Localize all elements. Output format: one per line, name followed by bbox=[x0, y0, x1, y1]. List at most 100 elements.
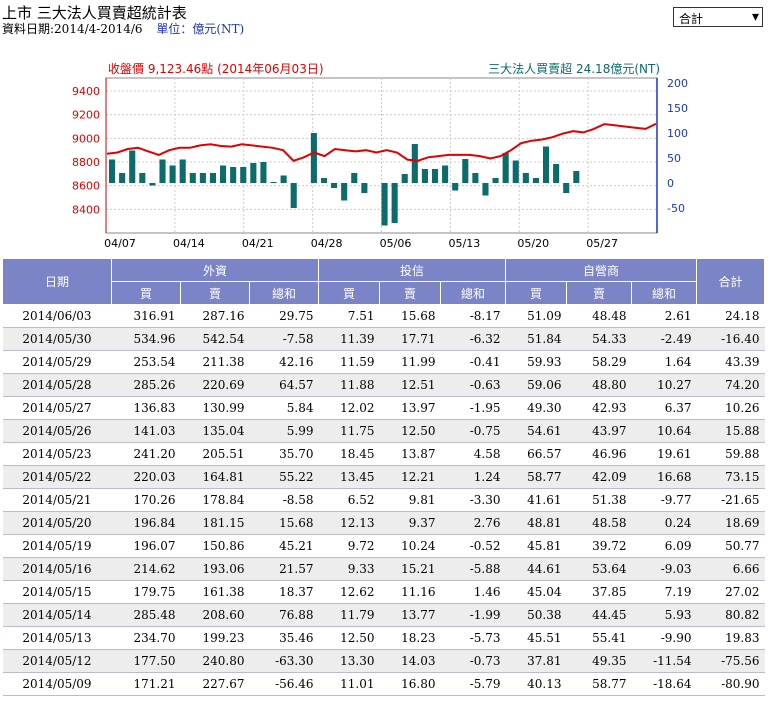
row-value: -9.90 bbox=[631, 626, 697, 650]
date-range-text: 資料日期:2014/4-2014/6 bbox=[2, 22, 143, 36]
row-value: 214.62 bbox=[111, 557, 181, 581]
row-value: 76.88 bbox=[249, 603, 319, 627]
row-value: 11.39 bbox=[318, 327, 380, 351]
row-value: 10.24 bbox=[379, 534, 441, 558]
x-tick-label: 05/20 bbox=[517, 237, 549, 250]
row-value: 18.69 bbox=[696, 511, 765, 535]
row-value: 10.64 bbox=[631, 419, 697, 443]
x-tick-label: 04/07 bbox=[104, 237, 136, 250]
right-tick-label: 150 bbox=[667, 102, 688, 115]
trading-table: 日期 外資 投信 自營商 合計 買 賣 總和 買 賣 總和 買 賣 總和 201… bbox=[2, 258, 765, 696]
row-value: -7.58 bbox=[249, 327, 319, 351]
row-value: 45.21 bbox=[249, 534, 319, 558]
row-value: 11.59 bbox=[318, 350, 380, 374]
row-value: 12.50 bbox=[379, 419, 441, 443]
row-date: 2014/05/09 bbox=[2, 672, 112, 696]
row-value: 15.21 bbox=[379, 557, 441, 581]
row-value: 35.70 bbox=[249, 442, 319, 466]
row-value: 53.64 bbox=[566, 557, 632, 581]
row-value: 37.81 bbox=[505, 649, 567, 673]
row-value: 54.61 bbox=[505, 419, 567, 443]
table-row: 2014/05/30 534.96 542.54 -7.58 11.39 17.71 -6.… bbox=[2, 327, 765, 351]
row-value: 10.26 bbox=[696, 396, 765, 420]
row-value: 12.51 bbox=[379, 373, 441, 397]
table-row: 2014/05/27 136.83 130.99 5.84 12.02 13.97 -1.9… bbox=[2, 396, 765, 420]
row-value: 58.77 bbox=[566, 672, 632, 696]
table-row: 2014/05/09 171.21 227.67 -56.46 11.01 16.80 -5… bbox=[2, 672, 765, 696]
netbuy-bar bbox=[280, 175, 287, 183]
row-value: 227.67 bbox=[180, 672, 250, 696]
table-row: 2014/05/12 177.50 240.80 -63.30 13.30 14.03 -0… bbox=[2, 649, 765, 673]
row-value: 13.30 bbox=[318, 649, 380, 673]
row-value: 6.66 bbox=[696, 557, 765, 581]
row-value: 161.38 bbox=[180, 580, 250, 604]
row-value: 1.46 bbox=[440, 580, 506, 604]
header-foreign: 外資 bbox=[111, 258, 319, 282]
row-value: 9.81 bbox=[379, 488, 441, 512]
row-value: 7.19 bbox=[631, 580, 697, 604]
netbuy-bar bbox=[270, 182, 277, 183]
row-value: 19.61 bbox=[631, 442, 697, 466]
row-value: 15.68 bbox=[379, 304, 441, 328]
netbuy-bar bbox=[179, 159, 186, 183]
row-value: 10.27 bbox=[631, 373, 697, 397]
left-tick-label: 8800 bbox=[72, 156, 100, 169]
header-dealer: 自營商 bbox=[505, 258, 697, 282]
row-value: 11.88 bbox=[318, 373, 380, 397]
row-value: 48.48 bbox=[566, 304, 632, 328]
row-value: 59.06 bbox=[505, 373, 567, 397]
row-value: 211.38 bbox=[180, 350, 250, 374]
row-value: 59.88 bbox=[696, 442, 765, 466]
row-date: 2014/05/20 bbox=[2, 511, 112, 535]
row-value: 42.09 bbox=[566, 465, 632, 489]
summary-select[interactable]: 合計 ▾ bbox=[673, 7, 763, 27]
row-value: 12.13 bbox=[318, 511, 380, 535]
netbuy-bar bbox=[209, 173, 217, 183]
row-value: -8.17 bbox=[440, 304, 506, 328]
row-value: 141.03 bbox=[111, 419, 181, 443]
table-body: 2014/06/03 316.91 287.16 29.75 7.51 15.68 -8.1… bbox=[2, 304, 765, 696]
header-date: 日期 bbox=[2, 258, 112, 305]
row-value: 220.03 bbox=[111, 465, 181, 489]
row-value: 51.38 bbox=[566, 488, 632, 512]
row-value: 37.85 bbox=[566, 580, 632, 604]
row-value: 150.86 bbox=[180, 534, 250, 558]
netbuy-bar bbox=[331, 183, 338, 188]
row-value: -9.03 bbox=[631, 557, 697, 581]
netbuy-bar bbox=[341, 183, 348, 201]
netbuy-bar bbox=[109, 159, 116, 183]
table-row: 2014/05/22 220.03 164.81 55.22 13.45 12.21 1.2… bbox=[2, 465, 765, 489]
row-value: -5.88 bbox=[440, 557, 506, 581]
header-foreign-net: 總和 bbox=[249, 281, 319, 305]
netbuy-bar bbox=[320, 178, 328, 183]
table-row: 2014/05/21 170.26 178.84 -8.58 6.52 9.81 -3.30… bbox=[2, 488, 765, 512]
row-value: 178.84 bbox=[180, 488, 250, 512]
row-value: 18.45 bbox=[318, 442, 380, 466]
netbuy-bar bbox=[310, 133, 317, 183]
row-value: 41.61 bbox=[505, 488, 567, 512]
row-value: 13.77 bbox=[379, 603, 441, 627]
row-value: 181.15 bbox=[180, 511, 250, 535]
row-value: 80.82 bbox=[696, 603, 765, 627]
row-value: 9.37 bbox=[379, 511, 441, 535]
table-row: 2014/05/19 196.07 150.86 45.21 9.72 10.24 -0.5… bbox=[2, 534, 765, 558]
row-value: -9.77 bbox=[631, 488, 697, 512]
row-value: 40.13 bbox=[505, 672, 567, 696]
row-value: 287.16 bbox=[180, 304, 250, 328]
x-tick-label: 04/21 bbox=[242, 237, 274, 250]
left-tick-label: 8600 bbox=[72, 180, 100, 193]
netbuy-bar bbox=[189, 173, 196, 183]
row-date: 2014/05/12 bbox=[2, 649, 112, 673]
header-dealer-buy: 買 bbox=[505, 281, 567, 305]
netbuy-bar bbox=[411, 144, 418, 183]
row-value: 45.81 bbox=[505, 534, 567, 558]
x-tick-label: 04/28 bbox=[311, 237, 343, 250]
row-value: 170.26 bbox=[111, 488, 181, 512]
netbuy-bar bbox=[573, 171, 580, 183]
row-value: 35.46 bbox=[249, 626, 319, 650]
row-value: 18.37 bbox=[249, 580, 319, 604]
row-value: 6.37 bbox=[631, 396, 697, 420]
netbuy-bar bbox=[169, 165, 176, 183]
row-value: -75.56 bbox=[696, 649, 765, 673]
row-value: 240.80 bbox=[180, 649, 250, 673]
